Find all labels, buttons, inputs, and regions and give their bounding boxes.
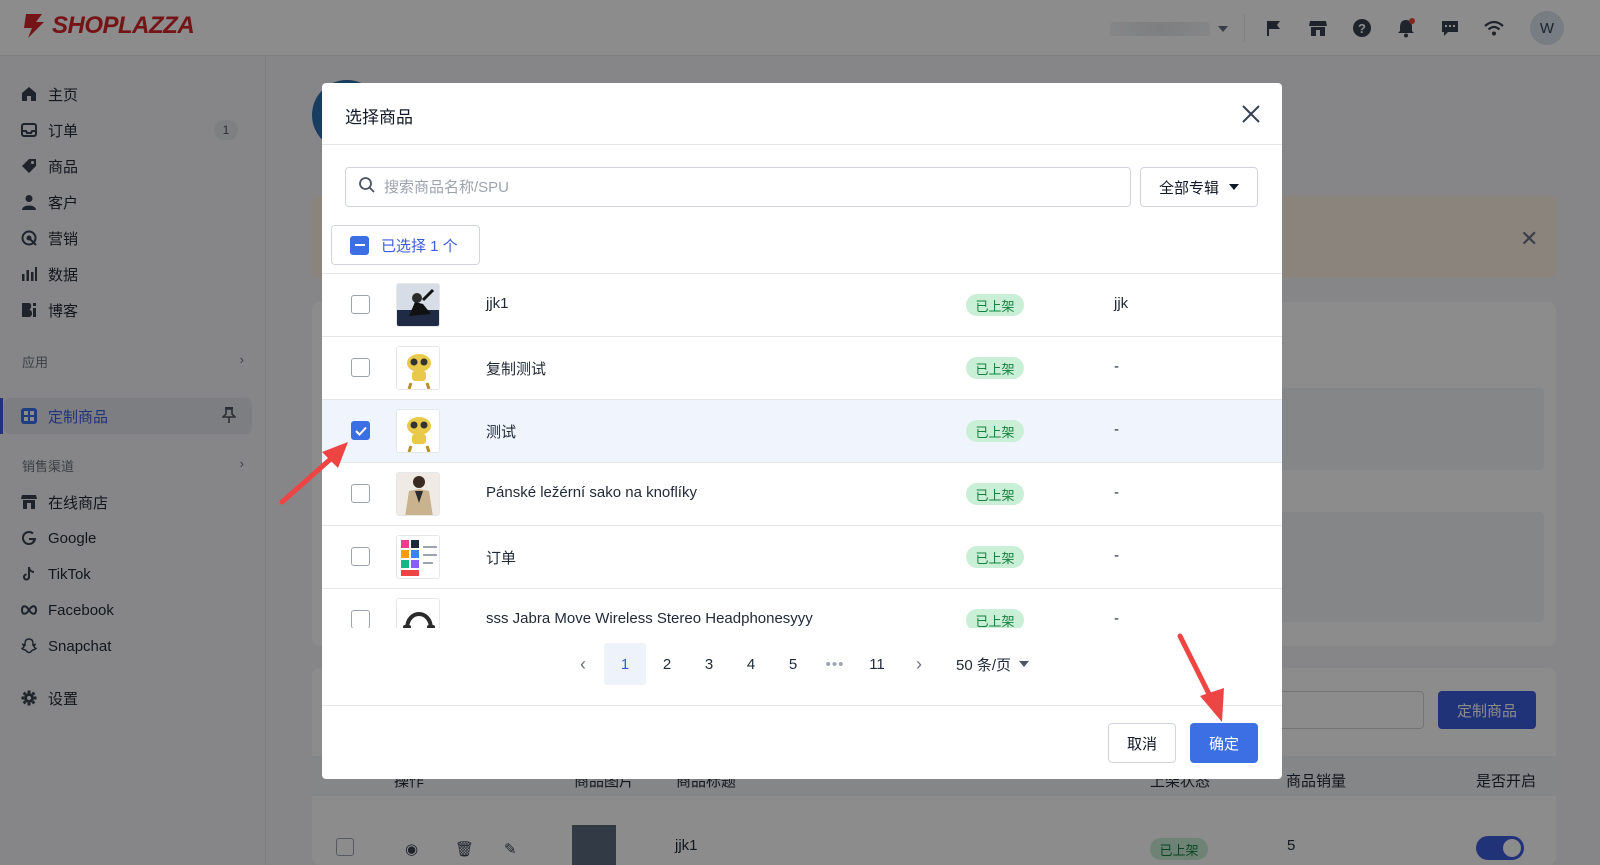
product-title: jjk1 <box>486 295 509 312</box>
product-thumbnail <box>396 472 440 516</box>
prev-page-button[interactable]: ‹ <box>562 643 604 685</box>
product-search <box>345 167 1131 207</box>
status-badge: 已上架 <box>966 420 1024 442</box>
product-extra: - <box>1114 610 1119 627</box>
selected-count-label: 已选择 1 个 <box>381 237 458 255</box>
row-checkbox[interactable] <box>351 358 370 377</box>
product-thumbnail <box>396 409 440 453</box>
page-button-11[interactable]: 11 <box>856 643 898 685</box>
product-extra: jjk <box>1114 295 1129 312</box>
page-size-value: 50 条/页 <box>956 656 1012 674</box>
status-badge: 已上架 <box>966 483 1024 505</box>
status-badge: 已上架 <box>966 294 1024 316</box>
selected-count-toggle[interactable]: 已选择 1 个 <box>331 225 480 265</box>
dialog-title: 选择商品 <box>345 108 413 127</box>
list-item[interactable]: jjk1 已上架 jjk <box>322 274 1282 337</box>
status-badge: 已上架 <box>966 546 1024 568</box>
close-icon[interactable] <box>1238 101 1264 127</box>
caret-down-icon <box>1019 661 1030 667</box>
row-checkbox[interactable] <box>351 610 370 628</box>
search-input[interactable] <box>384 178 1084 196</box>
status-badge: 已上架 <box>966 609 1024 628</box>
list-item[interactable]: Pánské ležérní sako na knoflíky 已上架 - <box>322 463 1282 526</box>
dialog-header: 选择商品 <box>322 83 1282 145</box>
row-checkbox[interactable] <box>351 295 370 314</box>
page-button-2[interactable]: 2 <box>646 643 688 685</box>
page-ellipsis[interactable]: ••• <box>814 643 856 685</box>
product-extra: - <box>1114 421 1119 438</box>
cancel-button[interactable]: 取消 <box>1108 723 1176 763</box>
search-icon <box>358 176 376 199</box>
select-product-dialog: 选择商品 全部专辑 已选择 1 个 jjk1 已上架 jjk <box>322 83 1282 779</box>
annotation-arrow-checkbox <box>279 442 348 505</box>
caret-down-icon <box>1229 184 1239 190</box>
row-checkbox[interactable] <box>351 547 370 566</box>
page-button-3[interactable]: 3 <box>688 643 730 685</box>
page-button-5[interactable]: 5 <box>772 643 814 685</box>
page-button-1[interactable]: 1 <box>604 643 646 685</box>
select-all-checkbox[interactable] <box>350 235 369 255</box>
product-list[interactable]: jjk1 已上架 jjk 复制测试 已上架 - 测试 已上架 - Pánské … <box>322 273 1282 628</box>
collection-dropdown-value: 全部专辑 <box>1158 179 1219 197</box>
list-item[interactable]: sss Jabra Move Wireless Stereo Headphone… <box>322 589 1282 628</box>
product-extra: - <box>1114 358 1119 375</box>
product-title: 复制测试 <box>486 361 547 378</box>
product-thumbnail <box>396 598 440 628</box>
product-thumbnail <box>396 535 440 579</box>
list-item[interactable]: 测试 已上架 - <box>322 400 1282 463</box>
product-extra: - <box>1114 484 1119 501</box>
list-item[interactable]: 订单 已上架 - <box>322 526 1282 589</box>
product-thumbnail <box>396 346 440 390</box>
product-thumbnail <box>396 283 440 327</box>
list-item[interactable]: 复制测试 已上架 - <box>322 337 1282 400</box>
product-title: 订单 <box>486 550 517 567</box>
product-title: sss Jabra Move Wireless Stereo Headphone… <box>486 610 813 627</box>
status-badge: 已上架 <box>966 357 1024 379</box>
annotation-arrow-confirm <box>1177 633 1224 722</box>
page-size-select[interactable]: 50 条/页 <box>956 654 1030 675</box>
product-title: 测试 <box>486 424 517 441</box>
product-title: Pánské ležérní sako na knoflíky <box>486 484 697 501</box>
pagination: ‹ 1 2 3 4 5 ••• 11 › 50 条/页 <box>562 643 1030 685</box>
collection-dropdown[interactable]: 全部专辑 <box>1140 167 1258 207</box>
product-extra: - <box>1114 547 1119 564</box>
page-button-4[interactable]: 4 <box>730 643 772 685</box>
next-page-button[interactable]: › <box>898 643 940 685</box>
dialog-footer: 取消 确定 <box>322 705 1282 779</box>
